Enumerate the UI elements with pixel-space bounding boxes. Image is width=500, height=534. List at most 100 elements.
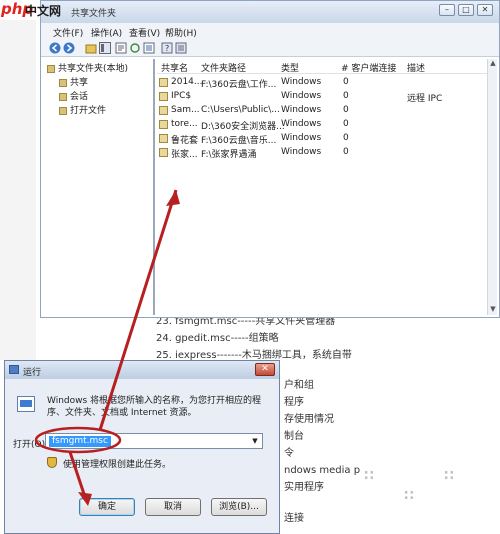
- run-description: Windows 将根据您所输入的名称，为您打开相应的程序、文件夹、文档或 Int…: [47, 396, 262, 418]
- cell-share-name: 2014...: [171, 77, 203, 87]
- menu-file[interactable]: 文件(F): [53, 26, 83, 39]
- shares-list: 共享名 文件夹路径 类型 # 客户端连接 描述 2014... F:\360云盘…: [157, 59, 487, 315]
- browse-button[interactable]: 浏览(B)...: [211, 498, 267, 516]
- back-icon[interactable]: [49, 42, 61, 54]
- view-list-icon[interactable]: [175, 42, 187, 54]
- open-label: 打开(O):: [13, 440, 49, 450]
- svg-text:?: ?: [165, 44, 169, 53]
- cell-folder-path: D:\360安全浏览器...: [201, 122, 285, 132]
- admin-note: 使用管理权限创建此任务。: [63, 460, 172, 470]
- table-row[interactable]: tore... D:\360安全浏览器... Windows 0: [157, 118, 487, 132]
- table-row[interactable]: Sam... C:\Users\Public\... Windows 0: [157, 104, 487, 118]
- forward-icon[interactable]: [63, 42, 75, 54]
- run-title: 运行: [23, 368, 42, 378]
- maximize-button[interactable]: □: [458, 4, 474, 16]
- cell-clients: 0: [343, 147, 349, 157]
- cell-description: 远程 IPC: [407, 94, 443, 104]
- article-line: 户和组: [284, 380, 314, 391]
- tree-item-open-files[interactable]: 打开文件: [59, 103, 106, 116]
- watermark: ∷ ∷ ∷: [364, 468, 454, 504]
- cell-clients: 0: [343, 133, 349, 143]
- article-line: 24. gpedit.msc-----组策略: [156, 333, 279, 344]
- toolbar: ?: [41, 39, 499, 57]
- window-title: 共享文件夹: [71, 9, 117, 19]
- share-folder-icon: [159, 78, 168, 87]
- shared-folders-window: 共享文件夹 – □ ✕ 文件(F) 操作(A) 查看(V) 帮助(H) ? 共享…: [40, 0, 500, 318]
- cell-folder-path: F:\张家界遇涌: [201, 150, 257, 160]
- share-folder-icon: [159, 134, 168, 143]
- article-line: 连接: [284, 513, 304, 524]
- cell-folder-path: F:\360云盘\音乐...: [201, 136, 277, 146]
- properties-icon[interactable]: [115, 42, 127, 54]
- screenshot-page: php 中文网 23. fsmgmt.msc-----共享文件夹管理器 24. …: [0, 0, 500, 534]
- cell-type: Windows: [281, 147, 322, 157]
- ok-button[interactable]: 确定: [79, 498, 135, 516]
- cell-share-name: tore...: [171, 119, 198, 129]
- cell-type: Windows: [281, 133, 322, 143]
- cell-folder-path: F:\360云盘\工作...: [201, 80, 277, 90]
- cell-type: Windows: [281, 119, 322, 129]
- share-folder-icon: [159, 92, 168, 101]
- run-title-icon: [9, 365, 19, 374]
- cell-type: Windows: [281, 105, 322, 115]
- scroll-down-icon[interactable]: ▼: [488, 305, 498, 315]
- cell-type: Windows: [281, 77, 322, 87]
- chevron-down-icon[interactable]: ▼: [249, 435, 261, 447]
- shared-folder-icon: [47, 64, 55, 73]
- admin-shield-icon: [47, 457, 57, 468]
- share-folder-icon: [159, 120, 168, 129]
- run-command-input[interactable]: fsmgmt.msc ▼: [45, 433, 263, 449]
- open-files-icon: [59, 106, 67, 115]
- table-row[interactable]: IPC$ Windows 0 远程 IPC: [157, 90, 487, 104]
- help-icon[interactable]: ?: [161, 42, 173, 54]
- menu-bar: 文件(F) 操作(A) 查看(V) 帮助(H): [41, 23, 499, 39]
- run-command-value: fsmgmt.msc: [49, 436, 111, 447]
- share-folder-icon: [159, 106, 168, 115]
- up-folder-icon[interactable]: [85, 42, 97, 54]
- article-line: 实用程序: [284, 482, 324, 493]
- cell-clients: 0: [343, 105, 349, 115]
- tree-item-label: 打开文件: [70, 106, 107, 116]
- left-strip: [0, 20, 36, 360]
- window-titlebar[interactable]: 共享文件夹 – □ ✕: [41, 1, 499, 23]
- tree-item-shares[interactable]: 共享: [59, 75, 88, 88]
- scroll-up-icon[interactable]: ▲: [488, 59, 498, 69]
- tree-item-sessions[interactable]: 会话: [59, 89, 88, 102]
- cancel-button[interactable]: 取消: [145, 498, 201, 516]
- tree-item-label: 会话: [70, 92, 89, 102]
- table-row[interactable]: 张家... F:\张家界遇涌 Windows 0: [157, 146, 487, 160]
- cell-share-name: Sam...: [171, 105, 200, 115]
- minimize-button[interactable]: –: [439, 4, 455, 16]
- run-close-button[interactable]: ✕: [255, 363, 275, 376]
- menu-view[interactable]: 查看(V): [129, 26, 160, 39]
- console-tree-icon[interactable]: [99, 42, 111, 54]
- run-dialog: 运行 ✕ Windows 将根据您所输入的名称，为您打开相应的程序、文件夹、文档…: [4, 360, 280, 534]
- cell-clients: 0: [343, 77, 349, 87]
- menu-help[interactable]: 帮助(H): [165, 26, 197, 39]
- refresh-icon[interactable]: [129, 42, 141, 54]
- table-row[interactable]: 2014... F:\360云盘\工作... Windows 0: [157, 76, 487, 90]
- cell-folder-path: C:\Users\Public\...: [201, 105, 280, 115]
- article-line: 令: [284, 448, 294, 459]
- article-line: 程序: [284, 397, 304, 408]
- article-line: 制台: [284, 431, 304, 442]
- php-cn-logo: php 中文网: [1, 0, 63, 20]
- sessions-icon: [59, 92, 67, 101]
- export-list-icon[interactable]: [143, 42, 155, 54]
- cell-share-name: 张家...: [171, 150, 198, 160]
- shares-folder-icon: [59, 78, 67, 87]
- table-row[interactable]: 鲁花套 F:\360云盘\音乐... Windows 0: [157, 132, 487, 146]
- article-line: 存使用情况: [284, 414, 334, 425]
- close-button[interactable]: ✕: [477, 4, 493, 16]
- cell-clients: 0: [343, 91, 349, 101]
- console-tree: 共享文件夹(本地) 共享 会话 打开文件: [45, 59, 155, 315]
- tree-item-label: 共享: [70, 78, 89, 88]
- run-titlebar[interactable]: 运行 ✕: [5, 361, 279, 379]
- menu-action[interactable]: 操作(A): [91, 26, 122, 39]
- share-folder-icon: [159, 148, 168, 157]
- cell-type: Windows: [281, 91, 322, 101]
- tree-root[interactable]: 共享文件夹(本地): [47, 61, 128, 74]
- vertical-scrollbar[interactable]: ▲ ▼: [487, 59, 497, 315]
- logo-zh-text: 中文网: [25, 4, 62, 18]
- header-divider: [157, 73, 487, 74]
